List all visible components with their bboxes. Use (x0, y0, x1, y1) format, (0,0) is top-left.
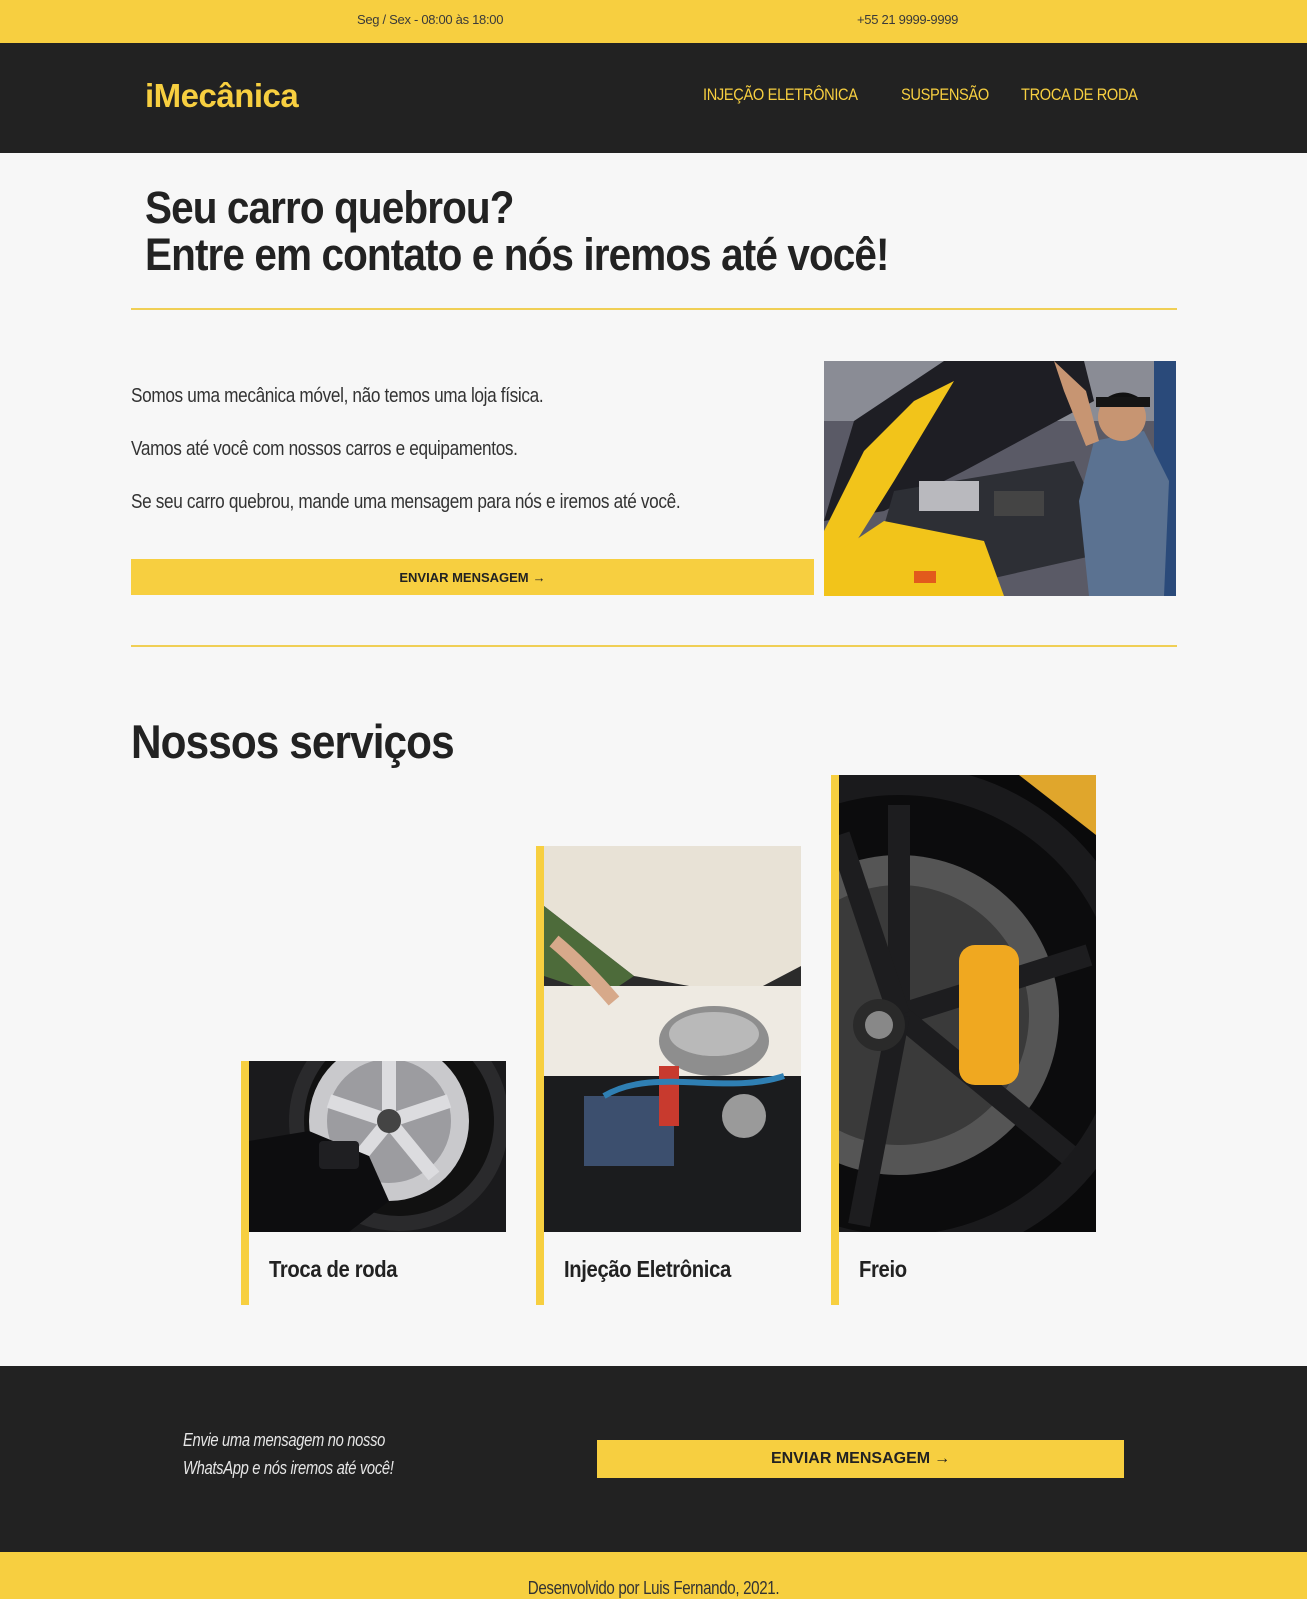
divider (131, 308, 1177, 310)
engine-bay-photo (544, 846, 801, 1232)
main-nav: Injeção Eletrônica Suspensão Troca de ro… (703, 85, 1157, 105)
about-paragraph: Se seu carro quebrou, mande uma mensagem… (131, 491, 681, 513)
wheel-change-photo (249, 1061, 506, 1232)
page-title: Seu carro quebrou? Entre em contato e nó… (145, 182, 890, 280)
service-card-troca-de-roda[interactable]: Troca de roda (241, 1061, 506, 1305)
arrow-right-icon: → (532, 569, 546, 585)
service-label: Injeção Eletrônica (564, 1256, 731, 1282)
nav-item-suspensao[interactable]: Suspensão (901, 85, 989, 105)
cta-message-line-2: WhatsApp e nós iremos até você! (183, 1458, 394, 1478)
send-message-button[interactable]: ENVIAR MENSAGEM → (131, 559, 814, 595)
hero-title-line-1: Seu carro quebrou? (145, 182, 515, 233)
cta-message: Envie uma mensagem no nosso WhatsApp e n… (183, 1426, 394, 1482)
send-message-label: ENVIAR MENSAGEM (770, 1450, 931, 1467)
mechanic-photo (824, 361, 1176, 596)
divider (131, 645, 1177, 647)
nav-item-troca-de-roda[interactable]: Troca de roda (1021, 85, 1138, 105)
site-header: iMecânica Injeção Eletrônica Suspensão T… (0, 43, 1307, 153)
arrow-right-icon: → (934, 1450, 951, 1467)
nav-item-injecao-eletronica[interactable]: Injeção Eletrônica (703, 85, 858, 105)
footer-credit: Desenvolvido por Luis Fernando, 2021. (527, 1578, 780, 1598)
service-label: Freio (859, 1256, 907, 1282)
service-label: Troca de roda (269, 1256, 398, 1282)
business-hours: Seg / Sex - 08:00 às 18:00 (357, 12, 504, 27)
about-paragraph: Vamos até você com nossos carros e equip… (131, 438, 518, 460)
cta-message-line-1: Envie uma mensagem no nosso (183, 1430, 386, 1450)
service-card-injecao-eletronica[interactable]: Injeção Eletrônica (536, 846, 801, 1305)
site-logo[interactable]: iMecânica (145, 77, 299, 115)
services-title: Nossos serviços (131, 715, 455, 768)
whatsapp-send-message-button[interactable]: ENVIAR MENSAGEM → (597, 1440, 1124, 1478)
brake-photo (839, 775, 1096, 1232)
site-footer: Desenvolvido por Luis Fernando, 2021. (0, 1552, 1307, 1599)
send-message-label: ENVIAR MENSAGEM (399, 569, 529, 585)
service-card-freio[interactable]: Freio (831, 775, 1097, 1305)
phone-number: +55 21 9999-9999 (857, 12, 959, 27)
footer-cta: Envie uma mensagem no nosso WhatsApp e n… (0, 1366, 1307, 1552)
hero-title-line-2: Entre em contato e nós iremos até você! (145, 229, 890, 280)
top-info-bar: Seg / Sex - 08:00 às 18:00 +55 21 9999-9… (0, 0, 1307, 43)
about-paragraph: Somos uma mecânica móvel, não temos uma … (131, 385, 544, 407)
